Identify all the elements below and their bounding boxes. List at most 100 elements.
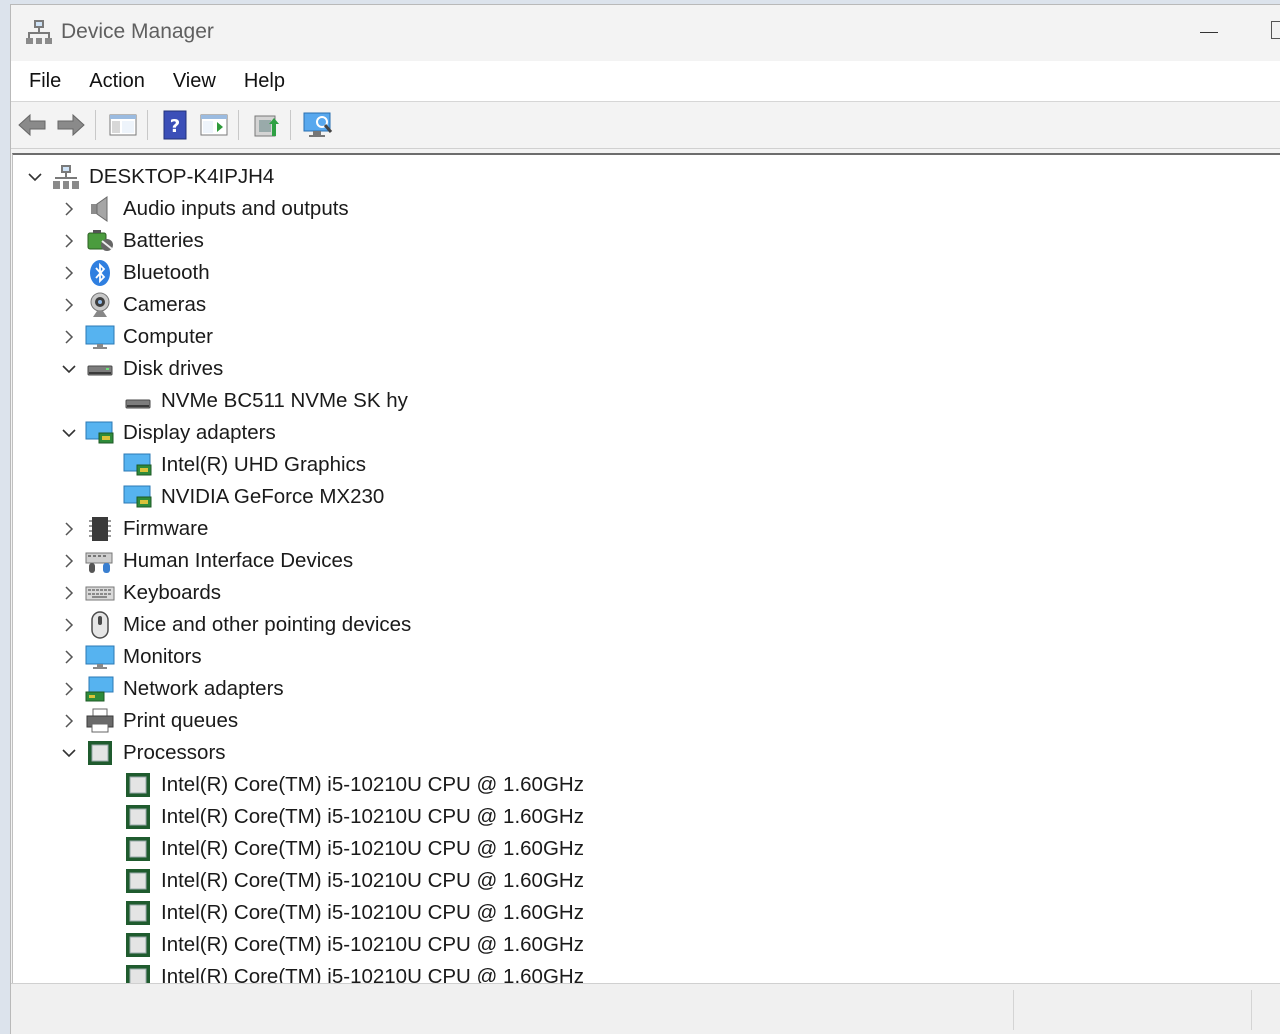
menu-file[interactable]: File — [19, 70, 71, 93]
device-processor[interactable]: Intel(R) Core(TM) i5-10210U CPU @ 1.60GH… — [123, 961, 584, 983]
chevron-right-icon[interactable] — [59, 199, 79, 219]
device-display-intel[interactable]: Intel(R) UHD Graphics — [123, 449, 366, 481]
menu-view[interactable]: View — [163, 70, 226, 93]
chevron-right-icon[interactable] — [59, 647, 79, 667]
menu-bar: File Action View Help — [11, 61, 1280, 102]
category-label: Processors — [123, 741, 226, 764]
chevron-right-icon[interactable] — [59, 231, 79, 251]
category-mice[interactable]: Mice and other pointing devices — [59, 609, 411, 641]
webcam-icon — [85, 290, 115, 320]
minimize-icon — [1200, 31, 1218, 33]
chevron-right-icon[interactable] — [59, 551, 79, 571]
update-driver-button[interactable] — [248, 107, 284, 143]
forward-button[interactable] — [53, 107, 89, 143]
chevron-down-icon[interactable] — [25, 167, 45, 187]
properties-pane-icon — [200, 114, 228, 136]
device-label: Intel(R) Core(TM) i5-10210U CPU @ 1.60GH… — [161, 869, 584, 892]
properties-pane-button[interactable] — [196, 107, 232, 143]
help-icon: ? — [163, 110, 187, 140]
scan-hardware-changes-button[interactable] — [300, 107, 336, 143]
chevron-down-icon[interactable] — [59, 423, 79, 443]
firmware-chip-icon — [85, 514, 115, 544]
device-label: Intel(R) Core(TM) i5-10210U CPU @ 1.60GH… — [161, 965, 584, 983]
minimize-button[interactable] — [1189, 17, 1229, 47]
category-network-adapters[interactable]: Network adapters — [59, 673, 284, 705]
category-keyboards[interactable]: Keyboards — [59, 577, 221, 609]
forward-arrow-icon — [57, 113, 85, 137]
toolbar-separator — [95, 110, 96, 140]
category-label: Firmware — [123, 517, 209, 540]
chevron-right-icon[interactable] — [59, 263, 79, 283]
network-adapter-icon — [85, 674, 115, 704]
chevron-right-icon[interactable] — [59, 679, 79, 699]
processor-icon — [85, 738, 115, 768]
svg-text:?: ? — [170, 116, 180, 137]
device-processor[interactable]: Intel(R) Core(TM) i5-10210U CPU @ 1.60GH… — [123, 769, 584, 801]
update-driver-icon — [254, 115, 279, 137]
menu-help[interactable]: Help — [234, 70, 295, 93]
category-label: Human Interface Devices — [123, 549, 354, 572]
device-processor[interactable]: Intel(R) Core(TM) i5-10210U CPU @ 1.60GH… — [123, 897, 584, 929]
chevron-right-icon[interactable] — [59, 583, 79, 603]
category-label: Mice and other pointing devices — [123, 613, 412, 636]
maximize-button[interactable] — [1271, 21, 1280, 39]
category-print-queues[interactable]: Print queues — [59, 705, 238, 737]
show-hide-console-tree-icon — [109, 114, 137, 136]
display-adapter-icon — [123, 482, 153, 512]
chevron-right-icon[interactable] — [59, 295, 79, 315]
category-firmware[interactable]: Firmware — [59, 513, 208, 545]
category-label: Monitors — [123, 645, 202, 668]
tree-root[interactable]: DESKTOP-K4IPJH4 — [25, 161, 274, 193]
battery-icon — [85, 226, 115, 256]
chevron-down-icon[interactable] — [59, 359, 79, 379]
keyboard-icon — [85, 578, 115, 608]
back-button[interactable] — [14, 107, 50, 143]
bluetooth-icon — [85, 258, 115, 288]
category-label: Cameras — [123, 293, 207, 316]
category-batteries[interactable]: Batteries — [59, 225, 204, 257]
category-display-adapters[interactable]: Display adapters — [59, 417, 276, 449]
device-tree[interactable]: DESKTOP-K4IPJH4 Audio inputs and outputs… — [12, 153, 1280, 983]
category-monitors[interactable]: Monitors — [59, 641, 202, 673]
category-audio[interactable]: Audio inputs and outputs — [59, 193, 349, 225]
category-label: Batteries — [123, 229, 204, 252]
processor-icon — [123, 898, 153, 928]
device-processor[interactable]: Intel(R) Core(TM) i5-10210U CPU @ 1.60GH… — [123, 801, 584, 833]
device-label: Intel(R) Core(TM) i5-10210U CPU @ 1.60GH… — [161, 901, 584, 924]
chevron-right-icon[interactable] — [59, 327, 79, 347]
mouse-icon — [85, 610, 115, 640]
computer-monitor-icon — [85, 322, 115, 352]
menu-action[interactable]: Action — [79, 70, 155, 93]
toolbar-separator — [238, 110, 239, 140]
chevron-right-icon[interactable] — [59, 711, 79, 731]
chevron-right-icon[interactable] — [59, 615, 79, 635]
category-disk-drives[interactable]: Disk drives — [59, 353, 223, 385]
device-processor[interactable]: Intel(R) Core(TM) i5-10210U CPU @ 1.60GH… — [123, 833, 584, 865]
disk-drive-icon — [85, 354, 115, 384]
device-label: Intel(R) UHD Graphics — [161, 453, 367, 476]
category-cameras[interactable]: Cameras — [59, 289, 206, 321]
toolbar: ? — [11, 102, 1280, 149]
device-manager-window: Device Manager File Action View Help ? D… — [10, 4, 1280, 1034]
device-display-nvidia[interactable]: NVIDIA GeForce MX230 — [123, 481, 384, 513]
show-hide-console-tree-button[interactable] — [105, 107, 141, 143]
category-processors[interactable]: Processors — [59, 737, 226, 769]
processor-icon — [123, 962, 153, 983]
title-bar[interactable]: Device Manager — [11, 5, 1280, 59]
back-arrow-icon — [18, 113, 46, 137]
chevron-down-icon[interactable] — [59, 743, 79, 763]
category-bluetooth[interactable]: Bluetooth — [59, 257, 210, 289]
window-title: Device Manager — [61, 20, 214, 43]
category-label: Disk drives — [123, 357, 224, 380]
chevron-right-icon[interactable] — [59, 519, 79, 539]
category-hid[interactable]: Human Interface Devices — [59, 545, 353, 577]
category-label: Print queues — [123, 709, 239, 732]
processor-icon — [123, 930, 153, 960]
device-processor[interactable]: Intel(R) Core(TM) i5-10210U CPU @ 1.60GH… — [123, 865, 584, 897]
device-processor[interactable]: Intel(R) Core(TM) i5-10210U CPU @ 1.60GH… — [123, 929, 584, 961]
category-computer[interactable]: Computer — [59, 321, 213, 353]
help-button[interactable]: ? — [157, 107, 193, 143]
device-label: NVMe BC511 NVMe SK hy — [161, 389, 408, 412]
device-disk-nvme[interactable]: NVMe BC511 NVMe SK hy — [123, 385, 408, 417]
device-label: Intel(R) Core(TM) i5-10210U CPU @ 1.60GH… — [161, 837, 584, 860]
